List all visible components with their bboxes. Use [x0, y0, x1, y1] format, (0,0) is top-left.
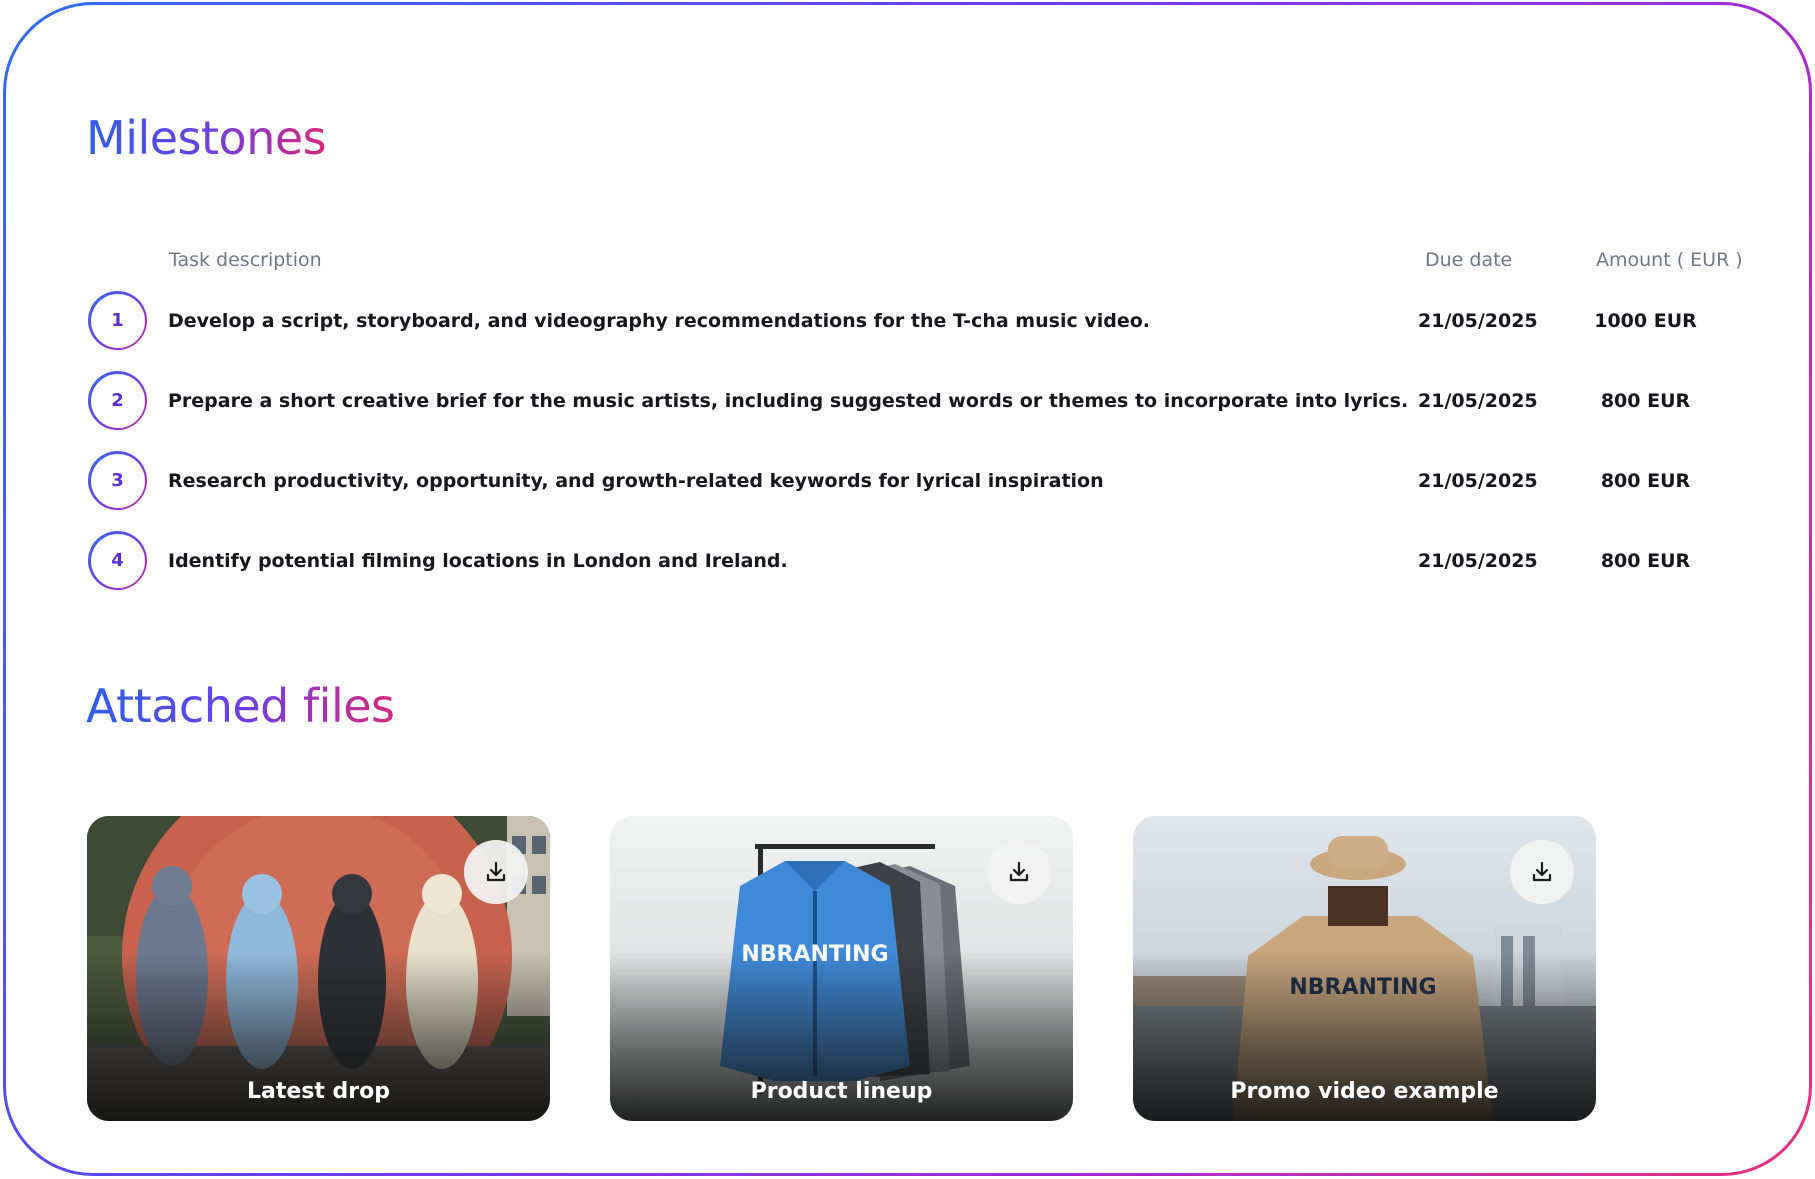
milestone-due-date: 21/05/2025 [1418, 470, 1538, 492]
milestone-row: 1 Develop a script, storyboard, and vide… [88, 291, 1728, 353]
milestone-amount: 1000 EUR [1594, 310, 1697, 332]
milestone-task: Prepare a short creative brief for the m… [168, 390, 1409, 412]
milestone-task: Identify potential filming locations in … [168, 550, 788, 572]
milestones-title: Milestones [86, 111, 327, 165]
milestone-due-date: 21/05/2025 [1418, 390, 1538, 412]
attached-files-title: Attached files [86, 679, 395, 733]
file-card-latest-drop[interactable]: Latest drop [87, 816, 550, 1121]
download-button[interactable] [464, 840, 528, 904]
file-card-promo-video-example[interactable]: NBRANTING Promo video example [1133, 816, 1596, 1121]
amount-header: Amount ( EUR ) [1596, 249, 1743, 271]
due-date-header: Due date [1425, 249, 1513, 271]
milestone-number-badge: 3 [88, 451, 147, 510]
milestone-row: 4 Identify potential filming locations i… [88, 531, 1728, 593]
milestone-task: Develop a script, storyboard, and videog… [168, 310, 1150, 332]
download-icon [486, 861, 506, 882]
milestone-number-badge: 2 [88, 371, 147, 430]
milestone-due-date: 21/05/2025 [1418, 310, 1538, 332]
file-card-product-lineup[interactable]: NBRANTING Product lineup [610, 816, 1073, 1121]
file-card-label: Promo video example [1230, 1079, 1499, 1104]
download-button[interactable] [987, 840, 1051, 904]
milestone-due-date: 21/05/2025 [1418, 550, 1538, 572]
file-card-label: Product lineup [750, 1079, 933, 1104]
task-description-header: Task description [169, 249, 322, 271]
download-button[interactable] [1510, 840, 1574, 904]
milestone-number-badge: 4 [88, 531, 147, 590]
content-frame: Milestones Task description Due date Amo… [3, 2, 1812, 1176]
milestone-amount: 800 EUR [1600, 390, 1691, 412]
file-card-label: Latest drop [246, 1079, 391, 1104]
download-icon [1532, 861, 1552, 882]
download-icon [1009, 861, 1029, 882]
milestone-amount: 800 EUR [1600, 550, 1691, 572]
content-panel: Milestones Task description Due date Amo… [6, 5, 1809, 1173]
milestone-amount: 800 EUR [1600, 470, 1691, 492]
milestone-row: 3 Research productivity, opportunity, an… [88, 451, 1728, 513]
milestone-task: Research productivity, opportunity, and … [168, 470, 1104, 492]
milestone-number-badge: 1 [88, 291, 147, 350]
milestone-row: 2 Prepare a short creative brief for the… [88, 371, 1728, 433]
